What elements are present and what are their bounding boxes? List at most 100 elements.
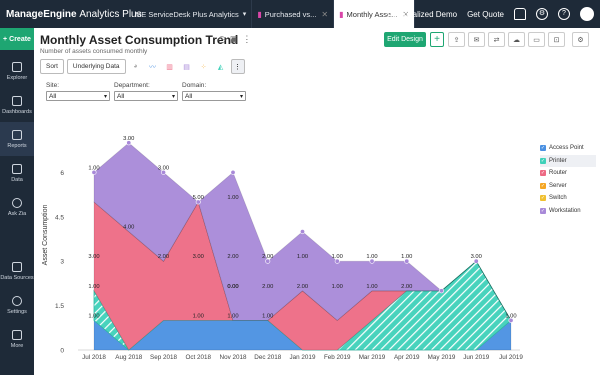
zia-icon — [12, 197, 22, 208]
more-vertical-icon[interactable]: ⋮ — [230, 59, 245, 74]
sidebar-item-label: Ask Zia — [7, 210, 27, 217]
tab-label: ME ServiceDesk Plus Analytics — [135, 9, 239, 19]
legend-item-printer[interactable]: ✓ Printer — [540, 154, 596, 167]
pie-chart-icon[interactable]: ◕ — [129, 59, 143, 74]
more-icon — [12, 329, 22, 340]
add-button[interactable]: + — [430, 32, 444, 47]
close-icon[interactable]: ✕ — [321, 10, 328, 19]
edit-design-button[interactable]: Edit Design — [384, 32, 426, 47]
legend-item-router[interactable]: ✓ Router — [540, 167, 596, 180]
chart-icon: ▮ — [257, 9, 262, 19]
get-quote-link[interactable]: Get Quote — [467, 10, 504, 19]
brand-logo[interactable]: ManageEngine Analytics Plus — [0, 8, 142, 20]
sidebar-item-label: Explorer — [6, 74, 28, 81]
clock-icon[interactable]: ◷ — [218, 34, 226, 45]
dashboard-icon — [12, 95, 22, 106]
chart-toolbar: Sort Underlying Data ◕ 〰 ▥ ▤ ⁘ ◭ ⋮ — [40, 59, 245, 74]
department-filter: Department: All ▾ — [114, 82, 178, 101]
sidebar-item-reports[interactable]: Reports — [0, 122, 34, 156]
report-content: Monthly Asset Consumption Trend ◷ ▣ ⋮ Nu… — [34, 28, 600, 375]
tab-label: Purchased vs... — [264, 9, 317, 19]
domain-filter: Domain: All ▾ — [182, 82, 246, 101]
checkbox-icon: ✓ — [540, 182, 546, 189]
area-chart-icon[interactable]: ◭ — [214, 59, 228, 74]
site-filter: Site: All ▾ — [46, 82, 110, 101]
legend-label: Workstation — [549, 207, 581, 214]
select-value: All — [185, 92, 193, 100]
bookmark-icon[interactable]: ⊡ — [548, 32, 565, 47]
create-button[interactable]: + Create — [0, 28, 34, 50]
chevron-down-icon: ▾ — [242, 11, 247, 18]
sidebar-item-dashboards[interactable]: Dashboards — [0, 88, 34, 122]
sidebar: + Create Explorer Dashboards Reports Dat… — [0, 28, 34, 375]
avatar[interactable] — [580, 7, 594, 21]
line-chart-icon[interactable]: 〰 — [146, 59, 160, 74]
gear-icon — [12, 295, 22, 306]
explorer-icon — [12, 61, 22, 72]
sidebar-item-label: Data Sources — [0, 274, 34, 281]
sidebar-item-settings[interactable]: Settings — [0, 288, 34, 322]
legend-item-workstation[interactable]: ✓ Workstation — [540, 205, 596, 218]
gear-icon[interactable]: ⚙ — [536, 8, 548, 20]
filter-label: Domain: — [182, 82, 207, 89]
tab-purchased[interactable]: ▮ Purchased vs... ✕ — [252, 0, 335, 28]
personalized-demo-link[interactable]: Personalized Demo — [387, 10, 457, 19]
checkbox-icon: ✓ — [540, 195, 546, 202]
sidebar-item-ask-zia[interactable]: Ask Zia — [0, 190, 34, 224]
legend-item-switch[interactable]: ✓ Switch — [540, 192, 596, 205]
sort-button[interactable]: Sort — [40, 59, 64, 74]
settings-icon[interactable]: ⚙ — [572, 32, 589, 47]
sidebar-item-label: More — [10, 342, 24, 349]
table-icon — [12, 163, 22, 174]
brand-name: ManageEngine — [6, 8, 77, 20]
top-right-actions: Personalized Demo Get Quote ⚙ ? — [387, 0, 594, 28]
filter-label: Department: — [114, 82, 150, 89]
chevron-down-icon: ▾ — [171, 93, 175, 100]
department-select[interactable]: All ▾ — [114, 91, 178, 101]
sidebar-item-data[interactable]: Data — [0, 156, 34, 190]
help-icon[interactable]: ? — [558, 8, 570, 20]
comment-icon[interactable]: ▭ — [528, 32, 545, 47]
underlying-data-button[interactable]: Underlying Data — [66, 59, 126, 74]
checkbox-icon: ✓ — [540, 145, 546, 152]
sidebar-item-label: Data — [11, 176, 23, 183]
create-label: Create — [9, 35, 31, 43]
filter-label: Site: — [46, 82, 60, 89]
more-vertical-icon[interactable]: ⋮ — [242, 34, 251, 45]
tab-workspace[interactable]: ME ServiceDesk Plus Analytics ▾ — [130, 0, 253, 28]
domain-select[interactable]: All ▾ — [182, 91, 246, 101]
bell-icon[interactable] — [514, 8, 526, 20]
legend-item-access-point[interactable]: ✓ Access Point — [540, 142, 596, 155]
checkbox-icon: ✓ — [540, 170, 546, 177]
save-icon[interactable]: ▣ — [230, 34, 239, 45]
export-icon[interactable]: ⇪ — [448, 32, 465, 47]
select-value: All — [49, 92, 57, 100]
page-title: Monthly Asset Consumption Trend — [40, 33, 239, 47]
sidebar-item-data-sources[interactable]: Data Sources — [0, 254, 34, 288]
legend-label: Printer — [549, 157, 567, 164]
page-subtitle: Number of assets consumed monthly — [40, 48, 148, 55]
sidebar-item-label: Settings — [7, 308, 27, 315]
checkbox-icon: ✓ — [540, 157, 546, 164]
legend-item-server[interactable]: ✓ Server — [540, 180, 596, 193]
chevron-down-icon: ▾ — [103, 93, 107, 100]
email-icon[interactable]: ✉ — [468, 32, 485, 47]
title-actions: ◷ ▣ ⋮ — [218, 34, 251, 45]
chart-icon: ▮ — [339, 9, 344, 19]
checkbox-icon: ✓ — [540, 207, 546, 214]
top-bar: ManageEngine Analytics Plus ME ServiceDe… — [0, 0, 600, 28]
bar-chart-icon[interactable]: ▥ — [163, 59, 177, 74]
chart-legend: ✓ Access Point ✓ Printer ✓ Router ✓ Server ✓… — [540, 142, 596, 217]
sidebar-item-label: Reports — [7, 142, 27, 149]
share-icon[interactable]: ⇄ — [488, 32, 505, 47]
scatter-icon[interactable]: ⁘ — [197, 59, 211, 74]
legend-label: Switch — [549, 195, 567, 202]
sidebar-item-more[interactable]: More — [0, 322, 34, 356]
sidebar-item-explorer[interactable]: Explorer — [0, 54, 34, 88]
chevron-down-icon: ▾ — [239, 93, 243, 100]
plus-icon: + — [3, 35, 8, 43]
site-select[interactable]: All ▾ — [46, 91, 110, 101]
sidebar-item-label: Dashboards — [2, 108, 32, 115]
stacked-bar-icon[interactable]: ▤ — [180, 59, 194, 74]
cloud-icon[interactable]: ☁ — [508, 32, 525, 47]
